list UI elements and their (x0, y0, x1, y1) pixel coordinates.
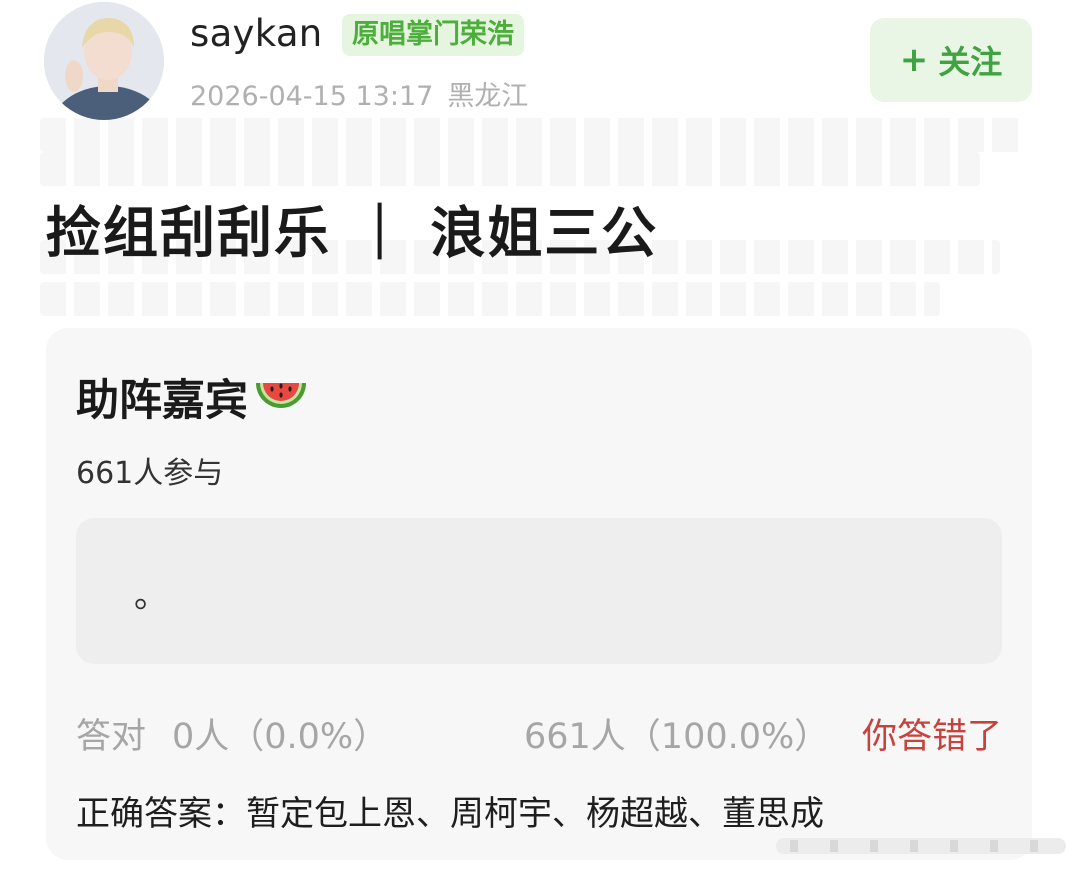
watermelon-icon (252, 377, 310, 417)
correct-answer: 正确答案：暂定包上恩、周柯宇、杨超越、董思成 (76, 794, 824, 834)
wrong-count: 661人（100.0%） (524, 717, 830, 757)
quiz-heading: 助阵嘉宾 (76, 366, 310, 428)
result-status: 你答错了 (861, 717, 1002, 757)
username[interactable]: saykan (190, 12, 323, 55)
plus-icon: + (899, 40, 929, 80)
post-title: 捡组刮刮乐 ｜ 浪姐三公 (46, 201, 659, 265)
avatar-image (44, 2, 164, 120)
avatar[interactable] (44, 2, 164, 120)
footer-watermark (776, 838, 1066, 854)
quiz-stats: 答对 0人（0.0%） 661人（100.0%） 你答错了 (76, 708, 1002, 758)
post-header: saykan 原唱掌门荣浩 2026-04-15 13:17 黑龙江 + 关注 (44, 2, 1034, 122)
post-meta: 2026-04-15 13:17 黑龙江 (190, 74, 528, 113)
location: 黑龙江 (447, 81, 529, 112)
quiz-heading-text: 助阵嘉宾 (76, 376, 248, 426)
quiz-card: 助阵嘉宾 661人参与 。 答对 0人（0.0%） 661人（100.0%） 你… (46, 328, 1032, 860)
participant-count: 661人参与 (76, 456, 224, 491)
follow-button[interactable]: + 关注 (870, 18, 1032, 102)
user-badge[interactable]: 原唱掌门荣浩 (342, 14, 524, 56)
correct-count: 0人（0.0%） (172, 717, 389, 757)
user-answer-box: 。 (76, 518, 1002, 664)
follow-label: 关注 (938, 43, 1003, 81)
user-answer-text: 。 (134, 576, 168, 616)
timestamp: 2026-04-15 13:17 (190, 81, 434, 112)
correct-label: 答对 (76, 717, 147, 757)
